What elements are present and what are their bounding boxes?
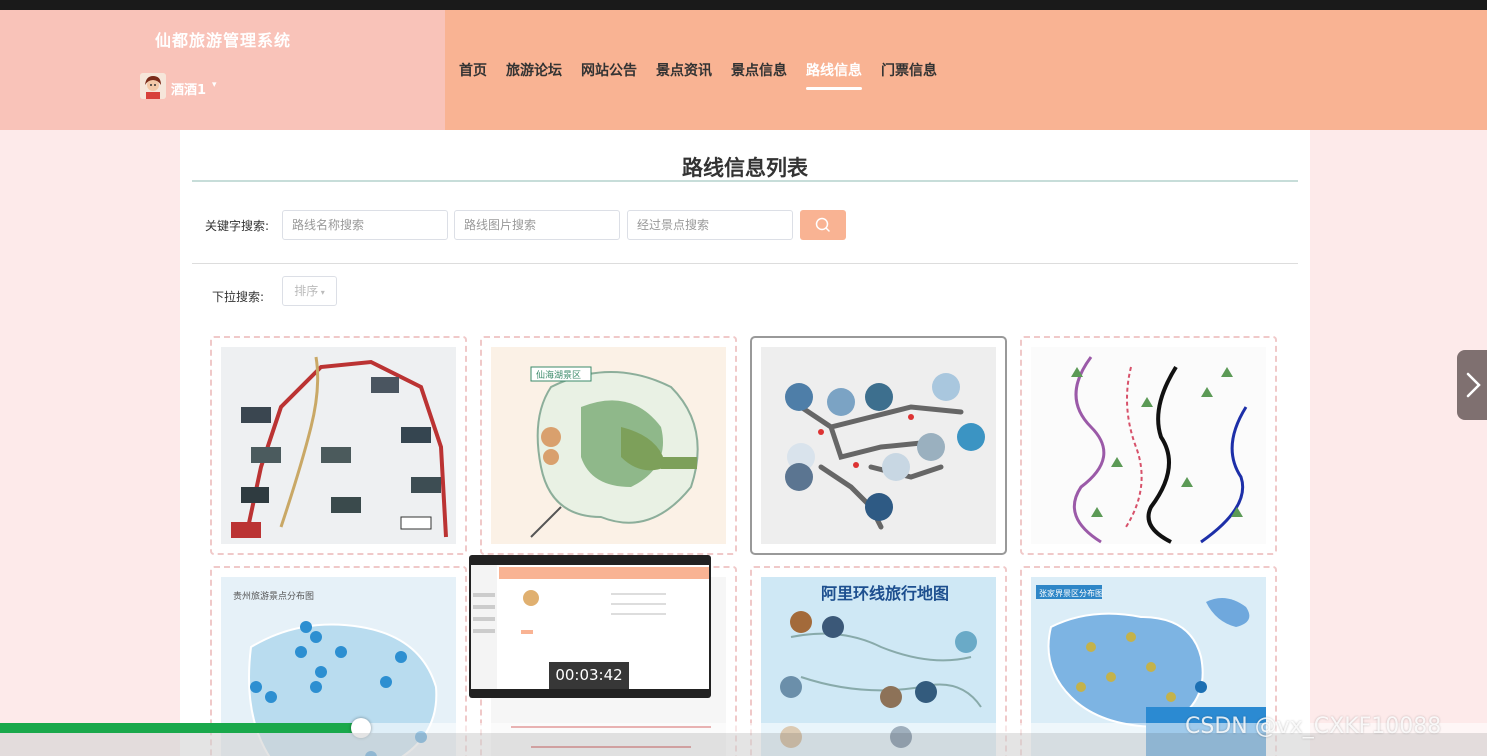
route-card[interactable]: 仙海湖景区 (480, 336, 737, 555)
nav-scenic-info[interactable]: 景点信息 (731, 60, 787, 80)
window-top-bar (0, 0, 1487, 10)
route-card[interactable] (1020, 336, 1277, 555)
nav-forum[interactable]: 旅游论坛 (506, 60, 562, 80)
route-map-image[interactable]: 仙海湖景区 (491, 347, 726, 544)
chevron-right-icon (1466, 372, 1481, 398)
chevron-down-icon: ▾ (318, 288, 325, 297)
page-title: 路线信息列表 (682, 156, 808, 180)
search-icon (815, 217, 830, 232)
main-nav: 首页 旅游论坛 网站公告 景点资讯 景点信息 路线信息 门票信息 (459, 60, 937, 90)
search-button[interactable] (800, 210, 846, 240)
sort-dropdown[interactable]: 排序 ▾ (282, 276, 337, 306)
user-menu-caret-icon[interactable]: ▾ (212, 80, 217, 90)
next-arrow-button[interactable] (1457, 350, 1487, 420)
route-map-title: 阿里环线旅行地图 (821, 584, 949, 603)
via-scenic-search-input[interactable]: 经过景点搜索 (627, 210, 793, 240)
nav-home[interactable]: 首页 (459, 60, 487, 80)
nav-scenic-news[interactable]: 景点资讯 (656, 60, 712, 80)
video-time-badge: 00:03:42 (549, 662, 629, 689)
title-divider (192, 180, 1298, 182)
search-divider (192, 263, 1298, 264)
route-map-title: 张家界景区分布图 (1039, 588, 1103, 598)
route-name-search-input[interactable]: 路线名称搜索 (282, 210, 448, 240)
user-name[interactable]: 酒酒1 (171, 79, 206, 98)
dropdown-label: 下拉搜索: (212, 290, 265, 304)
nav-ticket-info[interactable]: 门票信息 (881, 60, 937, 80)
header-brand-area: 仙都旅游管理系统 酒酒1 ▾ (0, 10, 445, 130)
route-map-image[interactable] (221, 347, 456, 544)
sort-dropdown-label: 排序 (294, 284, 319, 298)
video-progress-fill (0, 723, 365, 733)
header: 仙都旅游管理系统 酒酒1 ▾ 首页 旅游论坛 网站公告 景点资讯 景点信息 路线… (0, 10, 1487, 130)
route-map-image[interactable] (1031, 347, 1266, 544)
route-map-title: 贵州旅游景点分布图 (233, 590, 314, 602)
route-card[interactable] (210, 336, 467, 555)
site-title: 仙都旅游管理系统 (155, 31, 292, 50)
route-map-image[interactable] (761, 347, 996, 544)
user-avatar[interactable] (140, 73, 166, 99)
route-card[interactable] (750, 336, 1007, 555)
nav-route-info[interactable]: 路线信息 (806, 60, 862, 90)
route-image-search-input[interactable]: 路线图片搜索 (454, 210, 620, 240)
route-map-title: 仙海湖景区 (536, 369, 581, 381)
csdn-watermark: CSDN @vx_CXKF10088 (1185, 714, 1442, 739)
search-label: 关键字搜索: (205, 219, 270, 233)
nav-announcement[interactable]: 网站公告 (581, 60, 637, 80)
